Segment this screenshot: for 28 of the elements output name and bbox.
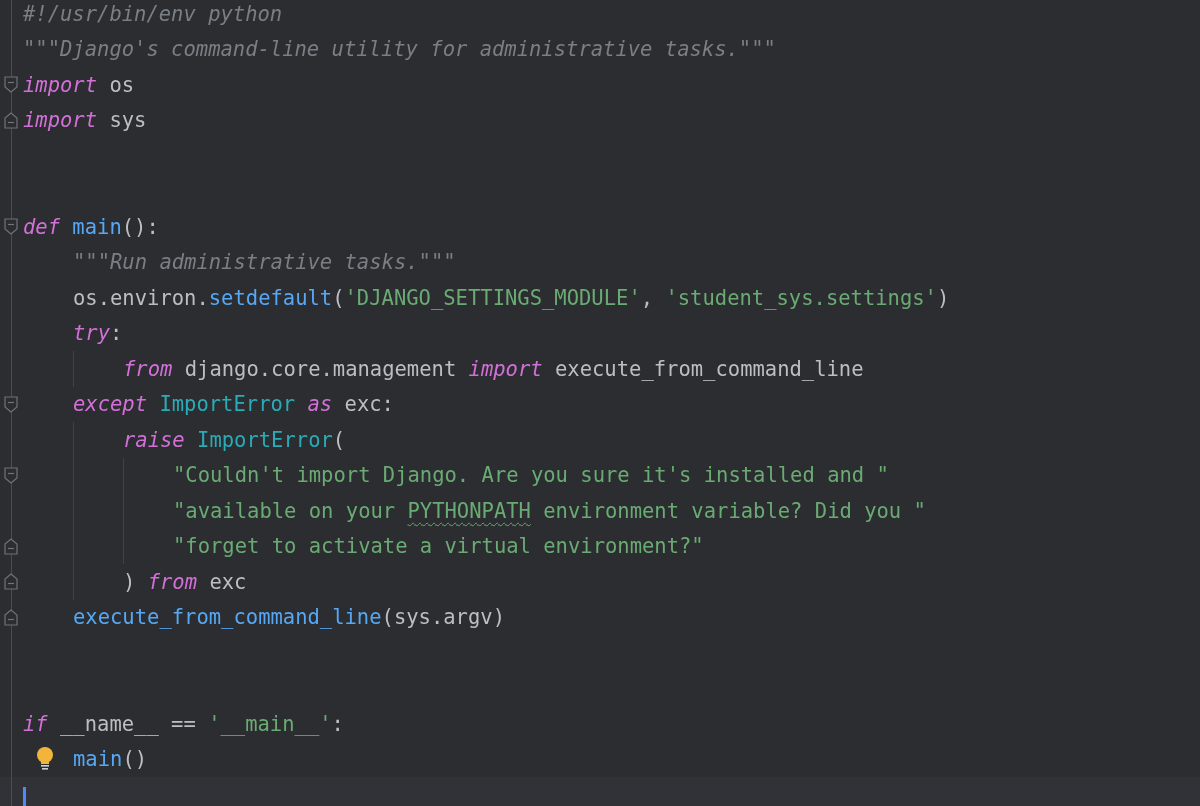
lightbulb-icon[interactable] <box>36 747 54 772</box>
code-line: import os <box>23 72 135 97</box>
fold-end-icon[interactable] <box>4 608 18 626</box>
code-line: "Couldn't import Django. Are you sure it's installed and " <box>173 463 889 488</box>
code-line: def main(): <box>23 214 159 239</box>
fold-start-icon[interactable] <box>4 218 18 236</box>
fold-end-icon[interactable] <box>4 111 18 129</box>
code-line: import sys <box>23 108 147 133</box>
code-line: """Django's command-line utility for administrative tasks.""" <box>23 37 776 62</box>
fold-start-icon[interactable] <box>4 466 18 484</box>
code-line: main() <box>73 747 148 772</box>
code-line: if __name__ == '__main__': <box>23 711 344 736</box>
code-line: os.environ.setdefault('DJANGO_SETTINGS_MODULE', 'student_sys.settings') <box>73 285 950 310</box>
code-line: execute_from_command_line(sys.argv) <box>73 605 505 630</box>
code-line: raise ImportError( <box>123 427 346 452</box>
code-line: try: <box>73 321 123 346</box>
code-line: except ImportError as exc: <box>73 392 394 417</box>
fold-end-icon[interactable] <box>4 537 18 555</box>
fold-start-icon[interactable] <box>4 395 18 413</box>
code-line: ) from exc <box>123 569 247 594</box>
text-caret <box>23 786 26 806</box>
code-line: from django.core.management import execute_from_command_line <box>123 356 864 381</box>
code-line: "forget to activate a virtual environment?" <box>173 534 704 559</box>
code-line: """Run administrative tasks.""" <box>73 250 456 275</box>
fold-end-icon[interactable] <box>4 573 18 591</box>
fold-start-icon[interactable] <box>4 76 18 94</box>
code-line: "available on your PYTHONPATH environment variable? Did you " <box>173 498 926 523</box>
code-line: #!/usr/bin/env python <box>23 1 283 26</box>
